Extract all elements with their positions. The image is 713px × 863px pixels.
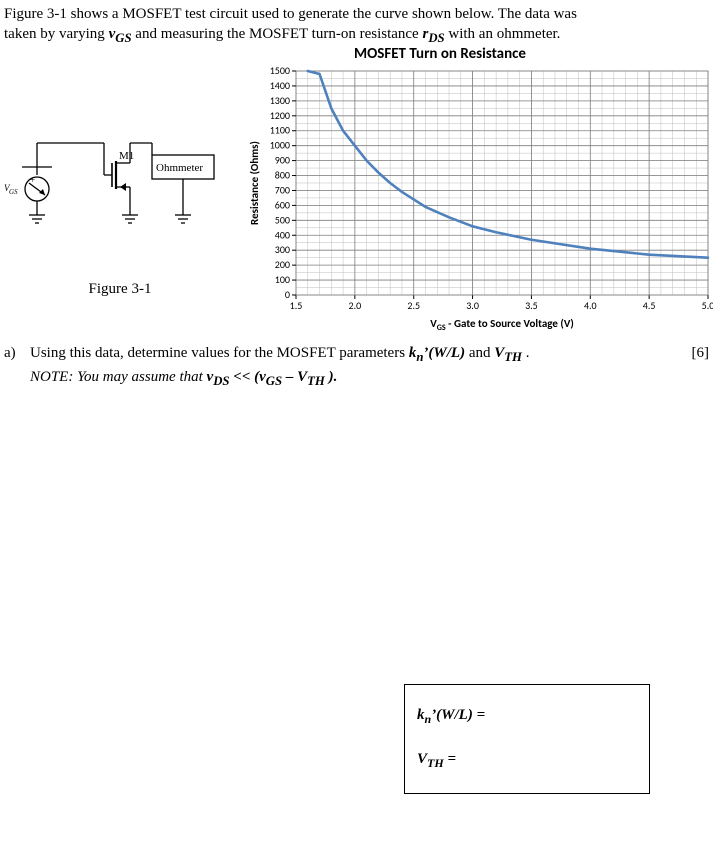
svg-text:4.5: 4.5 [643, 299, 656, 312]
intro-line2-d: and measuring the MOSFET turn-on resista… [132, 26, 423, 42]
svg-text:700: 700 [275, 184, 290, 197]
svg-text:1500: 1500 [270, 65, 290, 77]
answer-kn: kn’(W/L) = [417, 707, 637, 727]
answer-vth: VTH = [417, 751, 637, 771]
svg-text:600: 600 [275, 199, 290, 212]
svg-text:300: 300 [275, 244, 290, 257]
svg-text:3.5: 3.5 [525, 299, 538, 312]
svg-text:1300: 1300 [270, 94, 290, 107]
intro-line2-g: with an ohmmeter. [445, 26, 561, 42]
resistance-chart: 1.5 2.0 2.5 3.0 3.5 4.0 4.5 5.0 0100 200 300 400 500… [244, 65, 713, 335]
question-label: a) [4, 343, 30, 389]
svg-text:5.0: 5.0 [702, 299, 713, 312]
svg-text:400: 400 [275, 229, 290, 242]
svg-text:500: 500 [275, 214, 290, 227]
circuit-caption: Figure 3-1 [89, 281, 152, 298]
intro-line1: Figure 3-1 shows a MOSFET test circuit u… [4, 6, 577, 22]
intro-paragraph: Figure 3-1 shows a MOSFET test circuit u… [4, 4, 709, 47]
svg-text:800: 800 [275, 169, 290, 182]
svg-text:1400: 1400 [270, 79, 290, 92]
svg-text:200: 200 [275, 259, 290, 272]
svg-text:GS: GS [9, 188, 18, 196]
intro-rds-sub: DS [428, 31, 444, 45]
svg-text:+: + [30, 175, 35, 185]
answer-box: kn’(W/L) = VTH = [404, 684, 650, 794]
svg-text:3.0: 3.0 [466, 299, 479, 312]
question-marks: [6] [659, 343, 709, 389]
svg-text:1000: 1000 [270, 139, 290, 152]
svg-text:4.0: 4.0 [584, 299, 597, 312]
svg-text:Ohmmeter: Ohmmeter [156, 162, 203, 174]
svg-text:M1: M1 [119, 150, 134, 162]
svg-text:900: 900 [275, 154, 290, 167]
svg-text:0: 0 [285, 288, 290, 301]
svg-text:2.5: 2.5 [407, 299, 420, 312]
chart-title: MOSFET Turn on Resistance [354, 45, 709, 63]
svg-text:1200: 1200 [270, 109, 290, 122]
svg-text:Resistance (Ohms): Resistance (Ohms) [248, 141, 261, 225]
intro-line2-a: taken by varying [4, 26, 109, 42]
intro-vgs-sub: GS [115, 31, 131, 45]
svg-text:1.5: 1.5 [290, 299, 303, 312]
svg-text:2.0: 2.0 [349, 299, 362, 312]
svg-text:VGS - Gate to Source Voltage (: VGS - Gate to Source Voltage (V) [430, 317, 574, 333]
circuit-diagram: V GS + [4, 103, 236, 263]
svg-text:1100: 1100 [270, 124, 290, 137]
svg-text:100: 100 [275, 274, 290, 287]
question-text: Using this data, determine values for th… [30, 343, 659, 389]
